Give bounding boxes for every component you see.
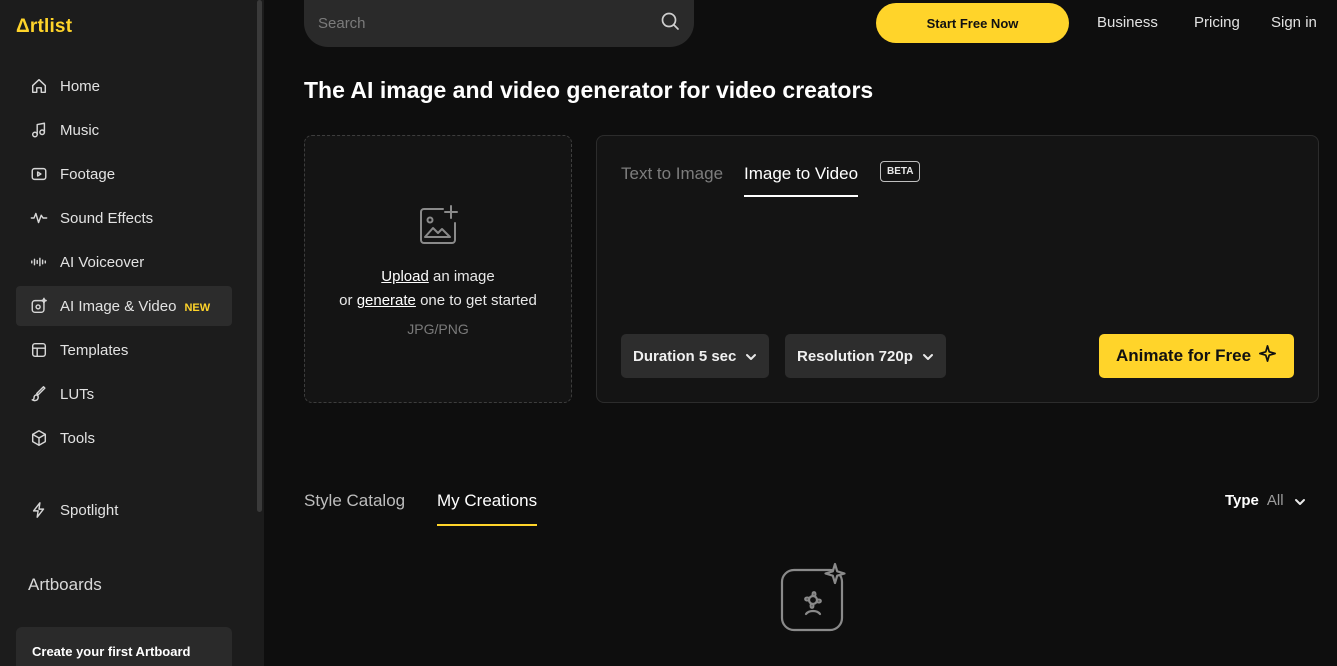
app-root: Δrtlist Home Music Footage Sound Effects… <box>0 0 1337 666</box>
sparkle-icon <box>1251 344 1277 368</box>
upload-instruction-line1: Upload an image <box>305 268 571 285</box>
animate-for-free-button[interactable]: Animate for Free <box>1099 334 1294 378</box>
tab-text-to-image[interactable]: Text to Image <box>621 164 723 184</box>
add-image-icon <box>416 204 460 248</box>
chevron-down-icon <box>745 350 757 362</box>
artboards-title: Artboards <box>28 575 102 594</box>
business-link[interactable]: Business <box>1097 14 1158 31</box>
artlist-logo[interactable]: Δrtlist <box>16 16 72 38</box>
image-upload-dropzone[interactable]: Upload an image or generate one to get s… <box>304 135 572 403</box>
tab-style-catalog[interactable]: Style Catalog <box>304 491 405 511</box>
search-bar <box>304 0 694 47</box>
type-filter-dropdown[interactable]: Type All <box>1225 492 1306 509</box>
sidebar-nav: Home Music Footage Sound Effects AI Voic… <box>16 66 232 462</box>
sidebar-item-music[interactable]: Music <box>16 110 232 150</box>
upload-formats: JPG/PNG <box>407 321 469 337</box>
duration-label: Duration 5 sec <box>633 347 737 365</box>
sidebar-item-home[interactable]: Home <box>16 66 232 106</box>
sidebar-item-label: Templates <box>60 341 129 359</box>
waveform-icon <box>30 209 48 227</box>
chevron-down-icon <box>1294 495 1306 507</box>
sidebar-item-footage[interactable]: Footage <box>16 154 232 194</box>
sidebar-item-ai-voiceover[interactable]: AI Voiceover <box>16 242 232 282</box>
sidebar-item-spotlight[interactable]: Spotlight <box>16 490 232 530</box>
generator-panel: Text to Image Image to Video BETA Durati… <box>596 135 1319 403</box>
sidebar-item-label: Home <box>60 77 101 95</box>
sidebar-item-templates[interactable]: Templates <box>16 330 232 370</box>
sidebar-item-label: LUTs <box>60 385 95 403</box>
sidebar-item-label: Tools <box>60 429 96 447</box>
sidebar-item-label: Footage <box>60 165 116 183</box>
beta-badge: BETA <box>880 161 921 182</box>
upload-text: an image <box>428 268 495 285</box>
type-filter-value: All <box>1266 492 1284 509</box>
sidebar-item-luts[interactable]: LUTs <box>16 374 232 414</box>
sidebar-item-label: AI Voiceover <box>60 253 145 271</box>
lightning-icon <box>30 501 48 519</box>
ai-image-icon <box>30 297 48 315</box>
sidebar-item-label: Spotlight <box>60 501 119 519</box>
music-note-icon <box>30 121 48 139</box>
sidebar-scrollbar[interactable] <box>257 0 262 512</box>
duration-dropdown[interactable]: Duration 5 sec <box>621 334 770 378</box>
animate-button-label: Animate for Free <box>1115 346 1252 365</box>
cube-icon <box>30 429 48 447</box>
audio-bars-icon <box>30 253 48 271</box>
upload-or-text: or <box>339 292 357 309</box>
resolution-dropdown[interactable]: Resolution 720p <box>785 334 946 378</box>
home-icon <box>30 77 48 95</box>
empty-creations-icon <box>776 562 852 634</box>
page-title: The AI image and video generator for vid… <box>304 77 874 103</box>
create-artboard-card[interactable]: Create your first Artboard <box>16 627 232 666</box>
sidebar-spotlight-section: Spotlight <box>16 490 232 534</box>
brush-icon <box>30 385 48 403</box>
template-icon <box>30 341 48 359</box>
resolution-label: Resolution 720p <box>797 347 913 365</box>
search-input[interactable] <box>318 15 660 32</box>
tab-image-to-video[interactable]: Image to Video <box>744 164 859 197</box>
sidebar-item-label: Sound Effects <box>60 209 154 227</box>
sidebar-item-tools[interactable]: Tools <box>16 418 232 458</box>
chevron-down-icon <box>922 350 934 362</box>
upload-started-text: one to get started <box>415 292 537 309</box>
sidebar-item-sound-effects[interactable]: Sound Effects <box>16 198 232 238</box>
search-icon[interactable] <box>660 11 680 36</box>
video-icon <box>30 165 48 183</box>
upload-instruction-line2: or generate one to get started <box>305 292 571 309</box>
sign-in-link[interactable]: Sign in <box>1271 14 1317 31</box>
start-free-now-button[interactable]: Start Free Now <box>876 3 1069 43</box>
new-badge: NEW <box>184 301 211 314</box>
upload-link[interactable]: Upload <box>381 268 429 285</box>
sidebar: Δrtlist Home Music Footage Sound Effects… <box>0 0 264 666</box>
sidebar-item-ai-image-video[interactable]: AI Image & Video NEW <box>16 286 232 326</box>
sidebar-item-label: Music <box>60 121 100 139</box>
type-filter-label: Type <box>1225 492 1259 509</box>
tab-my-creations[interactable]: My Creations <box>437 491 538 526</box>
sidebar-item-label: AI Image & Video <box>60 297 177 315</box>
generate-link[interactable]: generate <box>357 292 416 309</box>
pricing-link[interactable]: Pricing <box>1194 14 1240 31</box>
